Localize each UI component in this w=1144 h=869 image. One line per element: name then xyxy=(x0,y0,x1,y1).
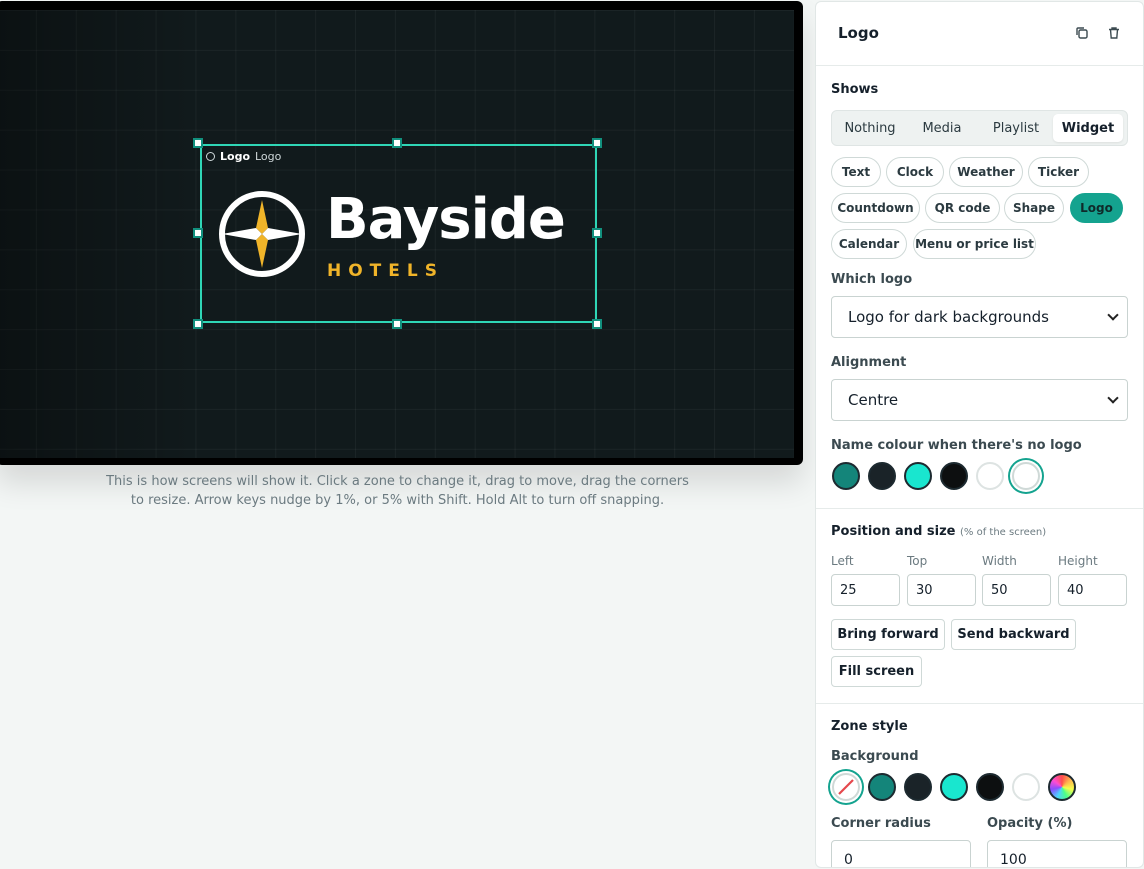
which-logo-select[interactable]: Logo for dark backgrounds xyxy=(831,296,1128,338)
brand-subtitle: HOTELS xyxy=(327,261,444,281)
which-logo-value: Logo for dark backgrounds xyxy=(848,308,1049,326)
corner-radius-input[interactable]: 0 xyxy=(831,840,971,867)
name-colour-swatch-aqua[interactable] xyxy=(904,462,932,490)
fill-screen-button[interactable]: Fill screen xyxy=(831,656,922,687)
resize-handle-top[interactable] xyxy=(392,138,402,148)
height-input[interactable]: 40 xyxy=(1058,574,1127,606)
divider xyxy=(816,703,1143,704)
widget-chip-shape[interactable]: Shape xyxy=(1004,193,1064,223)
corner-radius-label: Corner radius xyxy=(831,816,931,831)
shows-title: Shows xyxy=(831,82,879,97)
canvas-help-text: This is how screens will show it. Click … xyxy=(106,474,689,508)
shows-option-media[interactable]: Media xyxy=(908,114,976,142)
shows-option-widget[interactable]: Widget xyxy=(1053,114,1123,142)
background-label: Background xyxy=(831,749,919,764)
background-swatch-none[interactable] xyxy=(832,773,860,801)
widget-chip-logo[interactable]: Logo xyxy=(1070,193,1123,223)
widget-chip-menu-price-list[interactable]: Menu or price list xyxy=(913,229,1036,259)
widget-chip-weather[interactable]: Weather xyxy=(949,157,1023,187)
zone-tag-name: Logo xyxy=(255,150,282,163)
bring-forward-button[interactable]: Bring forward xyxy=(831,619,945,650)
background-swatch-aqua[interactable] xyxy=(940,773,968,801)
shows-option-playlist[interactable]: Playlist xyxy=(980,114,1052,142)
width-input[interactable]: 50 xyxy=(982,574,1051,606)
position-size-title-text: Position and size xyxy=(831,524,956,539)
resize-handle-bottom[interactable] xyxy=(392,319,402,329)
widget-chip-calendar[interactable]: Calendar xyxy=(831,229,907,259)
screen-shade xyxy=(0,10,196,458)
height-label: Height xyxy=(1058,554,1098,568)
background-swatch-white[interactable] xyxy=(1012,773,1040,801)
resize-handle-right[interactable] xyxy=(592,228,602,238)
opacity-input[interactable]: 100 xyxy=(987,840,1127,867)
compass-star-icon xyxy=(219,191,305,277)
resize-handle-bottom-right[interactable] xyxy=(592,319,602,329)
zone-tag-type: Logo xyxy=(220,150,250,163)
divider xyxy=(816,508,1143,509)
left-label: Left xyxy=(831,554,854,568)
top-input[interactable]: 30 xyxy=(907,574,976,606)
alignment-value: Centre xyxy=(848,391,899,409)
no-colour-icon xyxy=(838,779,854,795)
resize-handle-bottom-left[interactable] xyxy=(193,319,203,329)
background-swatch-black[interactable] xyxy=(976,773,1004,801)
panel-title: Logo xyxy=(838,24,879,42)
left-input[interactable]: 25 xyxy=(831,574,900,606)
widget-chip-qr-code[interactable]: QR code xyxy=(925,193,1000,223)
name-colour-swatch-auto[interactable] xyxy=(1012,462,1040,490)
chevron-down-icon xyxy=(1107,392,1119,404)
duplicate-icon[interactable] xyxy=(1075,26,1089,40)
name-colour-label: Name colour when there's no logo xyxy=(831,438,1082,453)
background-swatch-teal[interactable] xyxy=(868,773,896,801)
name-colour-swatch-charcoal[interactable] xyxy=(868,462,896,490)
width-label: Width xyxy=(982,554,1017,568)
resize-handle-left[interactable] xyxy=(193,228,203,238)
panel-header: Logo xyxy=(816,2,1143,66)
alignment-label: Alignment xyxy=(831,355,907,370)
brand-name: Bayside xyxy=(326,187,566,252)
widget-chip-clock[interactable]: Clock xyxy=(886,157,944,187)
resize-handle-top-right[interactable] xyxy=(592,138,602,148)
zone-style-title: Zone style xyxy=(831,719,908,734)
properties-panel: Logo Shows Nothing Media Playlist Widget… xyxy=(815,1,1144,868)
chevron-down-icon xyxy=(1107,309,1119,321)
resize-handle-top-left[interactable] xyxy=(193,138,203,148)
widget-chip-text[interactable]: Text xyxy=(831,157,881,187)
clock-icon xyxy=(206,152,215,161)
background-swatch-custom-colour[interactable] xyxy=(1048,773,1076,801)
top-label: Top xyxy=(907,554,928,568)
opacity-label: Opacity (%) xyxy=(987,816,1073,831)
name-colour-swatch-black[interactable] xyxy=(940,462,968,490)
send-backward-button[interactable]: Send backward xyxy=(951,619,1076,650)
widget-chip-countdown[interactable]: Countdown xyxy=(831,193,920,223)
shows-segmented-control: Nothing Media Playlist Widget xyxy=(831,110,1128,146)
which-logo-label: Which logo xyxy=(831,272,913,287)
background-swatch-charcoal[interactable] xyxy=(904,773,932,801)
zone-tag: Logo Logo xyxy=(206,150,281,163)
trash-icon[interactable] xyxy=(1107,26,1121,40)
widget-chip-ticker[interactable]: Ticker xyxy=(1028,157,1089,187)
position-size-title: Position and size (% of the screen) xyxy=(831,524,1046,539)
position-size-subtitle: (% of the screen) xyxy=(960,527,1047,538)
shows-option-nothing[interactable]: Nothing xyxy=(836,114,904,142)
alignment-select[interactable]: Centre xyxy=(831,379,1128,421)
name-colour-swatch-white[interactable] xyxy=(976,462,1004,490)
name-colour-swatch-teal[interactable] xyxy=(832,462,860,490)
